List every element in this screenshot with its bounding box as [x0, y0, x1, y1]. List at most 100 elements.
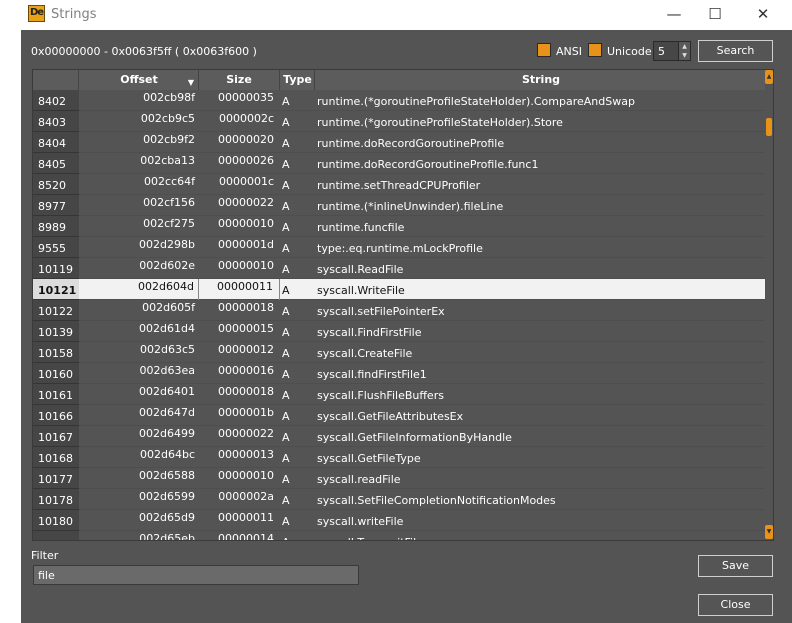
- close-button[interactable]: Close: [698, 594, 773, 616]
- column-header-type[interactable]: Type: [281, 70, 315, 90]
- row-type: A: [282, 137, 290, 150]
- row-type: A: [282, 200, 290, 213]
- table-row[interactable]: 10122 002d605f 00000018 Asyscall.setFilePoi…: [33, 300, 766, 321]
- row-string: runtime.doRecordGoroutineProfile: [317, 137, 505, 150]
- row-index: [33, 531, 79, 540]
- unicode-checkbox[interactable]: [588, 43, 602, 57]
- row-offset: 002d63c5: [139, 343, 195, 356]
- table-row[interactable]: 10158 002d63c5 00000012 Asyscall.CreateFile: [33, 342, 766, 363]
- table-row[interactable]: 10167 002d6499 00000022 Asyscall.GetFileInf…: [33, 426, 766, 447]
- table-body: 8402 002cb98f 00000035 Aruntime.(*goroutine…: [33, 90, 766, 540]
- row-size: 00000016: [218, 364, 274, 377]
- column-header-string[interactable]: String: [316, 70, 766, 90]
- row-string: syscall.findFirstFile1: [317, 368, 427, 381]
- row-type: A: [282, 494, 290, 507]
- scroll-down-icon[interactable]: ▼: [765, 525, 773, 539]
- min-length-spinbox[interactable]: 5 ▲ ▼: [653, 41, 691, 61]
- row-offset: 002cba13: [140, 154, 195, 167]
- row-string: syscall.GetFileType: [317, 452, 421, 465]
- table-row[interactable]: 8989 002cf275 00000010 Aruntime.funcfile: [33, 216, 766, 237]
- ansi-checkbox[interactable]: [537, 43, 551, 57]
- row-offset: 002d605f: [142, 301, 195, 314]
- ansi-label: ANSI: [556, 45, 582, 58]
- column-header-size[interactable]: Size: [199, 70, 280, 90]
- row-type: A: [282, 326, 290, 339]
- spin-down-icon[interactable]: ▼: [679, 51, 690, 60]
- row-string: syscall.writeFile: [317, 515, 404, 528]
- column-header-index[interactable]: [33, 70, 79, 90]
- spin-up-icon[interactable]: ▲: [679, 42, 690, 51]
- table-row[interactable]: 10180 002d65d9 00000011 Asyscall.writeFile: [33, 510, 766, 531]
- row-offset: 002d65d9: [139, 511, 195, 524]
- vertical-scrollbar[interactable]: ▲ ▼: [765, 70, 773, 540]
- row-index: 10180: [33, 510, 79, 531]
- table-row[interactable]: 10121 002d604d 00000011 Asyscall.WriteFile: [33, 279, 766, 300]
- row-size: 00000010: [218, 217, 274, 230]
- table-row[interactable]: 10166 002d647d 0000001b Asyscall.GetFileAtt…: [33, 405, 766, 426]
- row-index: 8977: [33, 195, 79, 216]
- row-offset: 002d63ea: [139, 364, 195, 377]
- row-string: syscall.setFilePointerEx: [317, 305, 445, 318]
- row-index: 10177: [33, 468, 79, 489]
- row-string: runtime.(*goroutineProfileStateHolder).C…: [317, 95, 635, 108]
- row-index: 8402: [33, 90, 79, 111]
- close-window-button[interactable]: ✕: [740, 0, 786, 30]
- table-row[interactable]: 10177 002d6588 00000010 Asyscall.readFile: [33, 468, 766, 489]
- maximize-button[interactable]: ☐: [692, 0, 738, 30]
- table-row[interactable]: 10161 002d6401 00000018 Asyscall.FlushFileB…: [33, 384, 766, 405]
- table-row[interactable]: 10168 002d64bc 00000013 Asyscall.GetFileTyp…: [33, 447, 766, 468]
- table-row[interactable]: 10160 002d63ea 00000016 Asyscall.findFirstF…: [33, 363, 766, 384]
- row-index: 10158: [33, 342, 79, 363]
- search-button[interactable]: Search: [698, 40, 773, 62]
- table-row[interactable]: 8520 002cc64f 0000001c Aruntime.setThreadCP…: [33, 174, 766, 195]
- row-string: syscall.readFile: [317, 473, 401, 486]
- row-type: A: [282, 515, 290, 528]
- table-row[interactable]: 8405 002cba13 00000026 Aruntime.doRecordGor…: [33, 153, 766, 174]
- row-size: 00000010: [218, 469, 274, 482]
- row-string: syscall.FlushFileBuffers: [317, 389, 444, 402]
- minimize-button[interactable]: —: [651, 0, 697, 30]
- spinbox-arrows[interactable]: ▲ ▼: [678, 42, 690, 60]
- row-type: A: [281, 531, 315, 540]
- row-string: runtime.setThreadCPUProfiler: [317, 179, 481, 192]
- row-offset: 002d64bc: [139, 448, 195, 461]
- row-size: 00000022: [218, 427, 274, 440]
- strings-table: Offset ▼ Size Type String 8402 002cb98f 00…: [32, 69, 774, 541]
- row-size: 00000035: [218, 91, 274, 104]
- scroll-up-icon[interactable]: ▲: [765, 70, 773, 84]
- row-index: 10139: [33, 321, 79, 342]
- title-bar: De Strings — ☐ ✕: [21, 0, 792, 30]
- row-string: syscall.ReadFile: [317, 263, 404, 276]
- filter-input[interactable]: [33, 565, 359, 585]
- row-type: A: [282, 305, 290, 318]
- row-type: A: [282, 179, 290, 192]
- row-index: 10121: [33, 279, 79, 300]
- app-logo-icon: De: [28, 5, 45, 22]
- column-header-offset[interactable]: Offset ▼: [80, 70, 199, 90]
- row-index: 10122: [33, 300, 79, 321]
- row-size: 00000022: [218, 196, 274, 209]
- table-row[interactable]: 8402 002cb98f 00000035 Aruntime.(*goroutine…: [33, 90, 766, 111]
- row-type: A: [282, 263, 290, 276]
- scroll-thumb[interactable]: [766, 118, 772, 136]
- row-size: 00000015: [218, 322, 274, 335]
- row-string: syscall.TransmitFile: [316, 531, 766, 540]
- row-offset: 002d6499: [139, 427, 195, 440]
- table-row[interactable]: 10119 002d602e 00000010 Asyscall.ReadFile: [33, 258, 766, 279]
- min-length-value: 5: [658, 45, 665, 58]
- table-row[interactable]: 8977 002cf156 00000022 Aruntime.(*inlineUnw…: [33, 195, 766, 216]
- table-row[interactable]: 9555 002d298b 0000001d Atype:.eq.runtime.mL…: [33, 237, 766, 258]
- table-row[interactable]: 10178 002d6599 0000002a Asyscall.SetFileCom…: [33, 489, 766, 510]
- table-row[interactable]: 8404 002cb9f2 00000020 Aruntime.doRecordGor…: [33, 132, 766, 153]
- row-index: 8404: [33, 132, 79, 153]
- row-size: 00000012: [218, 343, 274, 356]
- table-row[interactable]: 8403 002cb9c5 0000002c Aruntime.(*goroutine…: [33, 111, 766, 132]
- row-type: A: [282, 158, 290, 171]
- row-index: 10160: [33, 363, 79, 384]
- table-row[interactable]: 10139 002d61d4 00000015 Asyscall.FindFirstF…: [33, 321, 766, 342]
- row-string: runtime.doRecordGoroutineProfile.func1: [317, 158, 539, 171]
- save-button[interactable]: Save: [698, 555, 773, 577]
- row-type: A: [282, 116, 290, 129]
- row-index: 10166: [33, 405, 79, 426]
- table-row[interactable]: 002d65eb 00000014 Asyscall.TransmitFile: [33, 531, 766, 540]
